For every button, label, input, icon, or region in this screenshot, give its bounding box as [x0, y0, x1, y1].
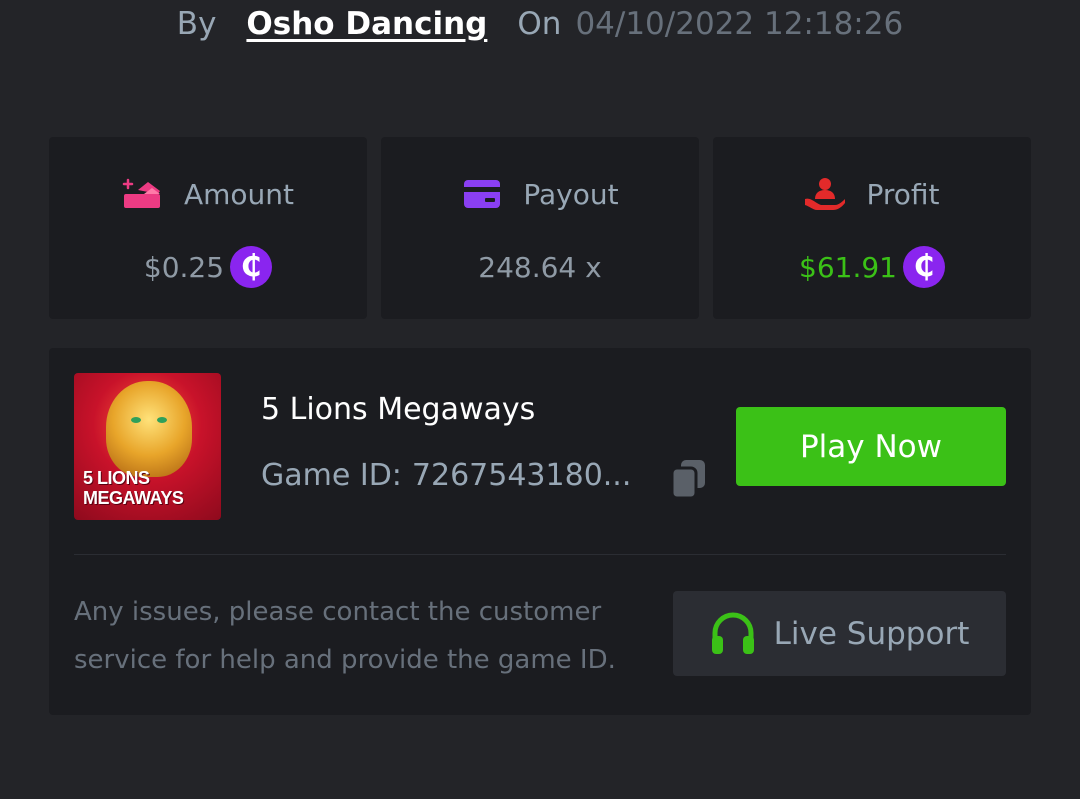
amount-header: Amount — [49, 173, 367, 215]
lion-illustration — [106, 381, 192, 477]
payout-value: 248.64 x — [478, 250, 602, 284]
payout-header: Payout — [381, 173, 699, 215]
hand-user-icon — [804, 176, 846, 212]
game-thumbnail[interactable]: 5 LIONS MEGAWAYS — [74, 373, 221, 520]
profit-value-row: $61.91 ₵ — [713, 245, 1031, 289]
game-id: Game ID: 7267543180... — [261, 458, 631, 493]
thumbnail-logo-text: 5 LIONS MEGAWAYS — [83, 468, 184, 508]
payout-card: Payout 248.64 x — [381, 137, 699, 319]
lion-eye — [131, 417, 141, 423]
payout-label: Payout — [523, 177, 619, 211]
game-id-label: Game ID: — [261, 458, 402, 493]
coin-icon: ₵ — [902, 246, 945, 288]
copy-icon[interactable] — [669, 458, 709, 500]
amount-label: Amount — [183, 177, 295, 211]
divider — [74, 554, 1006, 555]
card-icon — [461, 176, 503, 212]
author-link[interactable]: Osho Dancing — [246, 6, 487, 42]
game-panel: 5 LIONS MEGAWAYS 5 Lions Megaways Game I… — [49, 348, 1031, 715]
amount-card: Amount $0.25 ₵ — [49, 137, 367, 319]
bet-datetime: 04/10/2022 12:18:26 — [575, 6, 904, 42]
on-label: On — [517, 6, 562, 42]
profit-header: Profit — [713, 173, 1031, 215]
bet-byline: By Osho Dancing On 04/10/2022 12:18:26 — [0, 0, 1080, 48]
profit-label: Profit — [866, 177, 940, 211]
amount-icon — [122, 176, 164, 212]
game-id-value: 7267543180... — [411, 458, 632, 493]
lion-eye — [157, 417, 167, 423]
live-support-button[interactable]: Live Support — [673, 591, 1006, 676]
amount-value: $0.25 — [143, 250, 225, 284]
profit-card: Profit $61.91 ₵ — [713, 137, 1031, 319]
game-title: 5 Lions Megaways — [261, 392, 536, 427]
profit-value: $61.91 — [799, 250, 897, 284]
amount-value-row: $0.25 ₵ — [49, 245, 367, 289]
live-support-label: Live Support — [773, 615, 970, 652]
support-notice: Any issues, please contact the customer … — [74, 597, 616, 675]
coin-icon: ₵ — [230, 246, 273, 288]
play-now-button[interactable]: Play Now — [736, 407, 1006, 486]
payout-value-row: 248.64 x — [381, 245, 699, 289]
by-label: By — [176, 6, 217, 42]
headset-icon — [710, 612, 756, 656]
